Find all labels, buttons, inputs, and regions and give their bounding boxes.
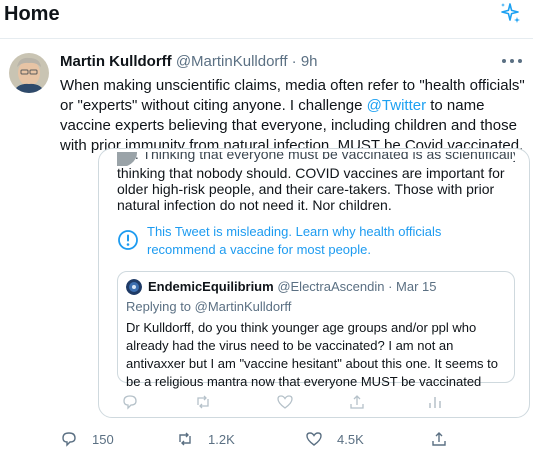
reply-icon[interactable] — [121, 393, 139, 411]
quoted-avatar — [117, 152, 137, 166]
like-icon[interactable] — [276, 393, 294, 411]
share-icon[interactable] — [348, 393, 366, 411]
header-divider — [0, 38, 533, 39]
quoted-text: thinking that nobody should. COVID vacci… — [117, 165, 505, 213]
quoted-tweet-card[interactable]: No. Thinking that everyone must be vacci… — [98, 148, 530, 418]
retweet-icon[interactable] — [194, 393, 212, 411]
info-icon — [117, 229, 139, 251]
nested-author-name[interactable]: EndemicEquilibrium — [148, 279, 274, 294]
separator-dot: · — [291, 53, 297, 70]
like-button[interactable]: 4.5K — [305, 428, 364, 450]
share-button[interactable] — [430, 428, 448, 450]
nested-separator: · — [388, 279, 393, 294]
avatar[interactable] — [9, 53, 49, 93]
reply-icon — [62, 432, 76, 447]
tweet-action-bar: 150 1.2K 4.5K — [60, 428, 530, 452]
reply-button[interactable]: 150 — [60, 428, 114, 450]
retweet-count: 1.2K — [208, 431, 235, 447]
more-icon[interactable] — [498, 53, 526, 69]
home-header: Home — [0, 0, 533, 38]
share-icon — [432, 432, 446, 446]
analytics-icon[interactable] — [426, 393, 444, 411]
quoted-cut-line: No. Thinking that everyone must be vacci… — [117, 152, 515, 166]
author-name[interactable]: Martin Kulldorff — [60, 53, 172, 70]
nested-header: EndemicEquilibrium @ElectraAscendin · Ma… — [148, 279, 437, 294]
reply-count: 150 — [92, 431, 114, 447]
nested-date[interactable]: Mar 15 — [396, 279, 436, 294]
nested-avatar[interactable] — [126, 279, 142, 295]
tweet-time[interactable]: 9h — [301, 53, 318, 70]
mention-link[interactable]: @Twitter — [367, 97, 426, 114]
like-icon — [306, 432, 322, 446]
warning-text[interactable]: This Tweet is misleading. Learn why heal… — [147, 223, 497, 259]
nested-quoted-tweet[interactable]: EndemicEquilibrium @ElectraAscendin · Ma… — [117, 271, 515, 389]
tweet-header: Martin Kulldorff @MartinKulldorff · 9h — [60, 53, 318, 70]
page-title: Home — [4, 3, 60, 25]
nested-handle[interactable]: @ElectraAscendin — [277, 279, 384, 294]
quoted-action-bar — [99, 393, 529, 413]
like-count: 4.5K — [337, 431, 364, 447]
retweet-button[interactable]: 1.2K — [176, 428, 235, 450]
tweet-text: When making unscientific claims, media o… — [60, 76, 530, 156]
sparkle-icon[interactable] — [498, 2, 522, 26]
nested-text: Dr Kulldorff, do you think younger age g… — [126, 320, 498, 389]
replying-to[interactable]: Replying to @MartinKulldorff — [126, 299, 291, 314]
author-handle[interactable]: @MartinKulldorff — [176, 53, 288, 70]
retweet-icon — [179, 432, 191, 446]
misleading-warning[interactable]: This Tweet is misleading. Learn why heal… — [117, 221, 515, 261]
quoted-cut-text: No. Thinking that everyone must be vacci… — [117, 152, 515, 162]
